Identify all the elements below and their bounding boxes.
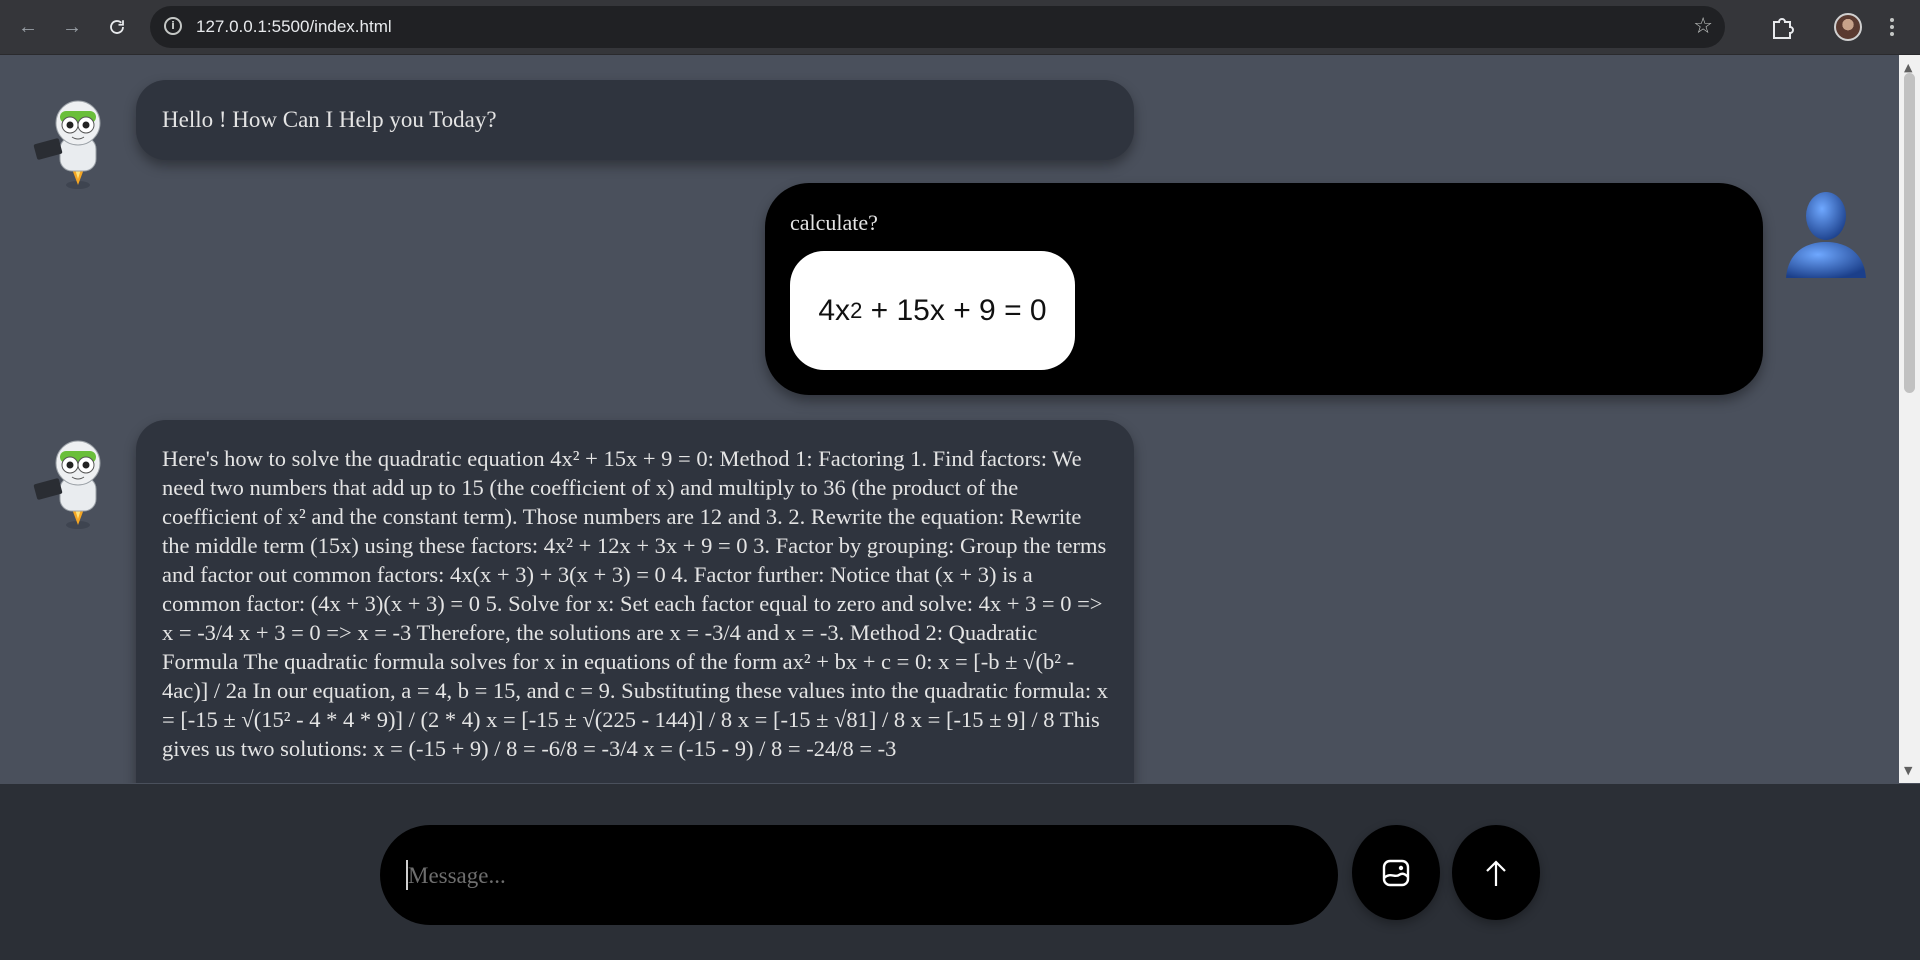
address-bar[interactable]: i 127.0.0.1:5500/index.html ☆ [150,6,1725,48]
reload-icon [110,20,124,34]
kebab-menu-icon[interactable] [1880,9,1904,45]
profile-avatar[interactable] [1834,13,1862,41]
scrollbar-thumb[interactable] [1904,73,1915,393]
arrow-right-icon: → [62,15,82,38]
chat-scrollbar[interactable]: ▲ ▼ [1899,55,1920,783]
chat-area: Hello ! How Can I Help you Today? calcul… [0,55,1898,783]
send-button[interactable] [1452,825,1540,920]
robot-avatar-icon [33,440,101,529]
text-caret [406,860,408,890]
bot-message-text: Hello ! How Can I Help you Today? [162,107,497,132]
composer-bar [0,784,1920,960]
user-avatar-icon [1786,192,1866,278]
back-button[interactable]: ← [10,9,46,45]
equation-rest: + 15x + 9 = 0 [862,293,1047,327]
extensions-button[interactable] [1764,9,1800,45]
browser-toolbar: ← → i 127.0.0.1:5500/index.html ☆ [0,0,1920,55]
address-url[interactable]: 127.0.0.1:5500/index.html [196,17,392,37]
bot-message-answer: Here's how to solve the quadratic equati… [136,420,1134,783]
arrow-up-icon [1486,859,1506,886]
user-message: calculate? 4x 2 + 15x + 9 = 0 [765,183,1763,395]
message-box[interactable] [380,825,1338,927]
message-input[interactable] [406,825,1310,927]
star-icon[interactable]: ☆ [1693,14,1713,39]
puzzle-icon [1773,18,1794,39]
reload-button[interactable] [99,9,135,45]
robot-avatar-icon [33,100,101,189]
user-message-text: calculate? [790,210,878,235]
equation-image: 4x 2 + 15x + 9 = 0 [790,251,1075,370]
image-upload-icon [1382,859,1410,886]
info-icon[interactable]: i [164,17,182,35]
image-upload-button[interactable] [1352,825,1440,920]
bot-answer-text: Here's how to solve the quadratic equati… [162,446,1108,761]
bot-message-greeting: Hello ! How Can I Help you Today? [136,80,1134,160]
equation-exponent: 2 [850,297,863,323]
forward-button[interactable]: → [54,9,90,45]
arrow-left-icon: ← [18,15,38,38]
equation-term: 4x [818,293,851,327]
scroll-down-icon[interactable]: ▼ [1904,764,1912,777]
